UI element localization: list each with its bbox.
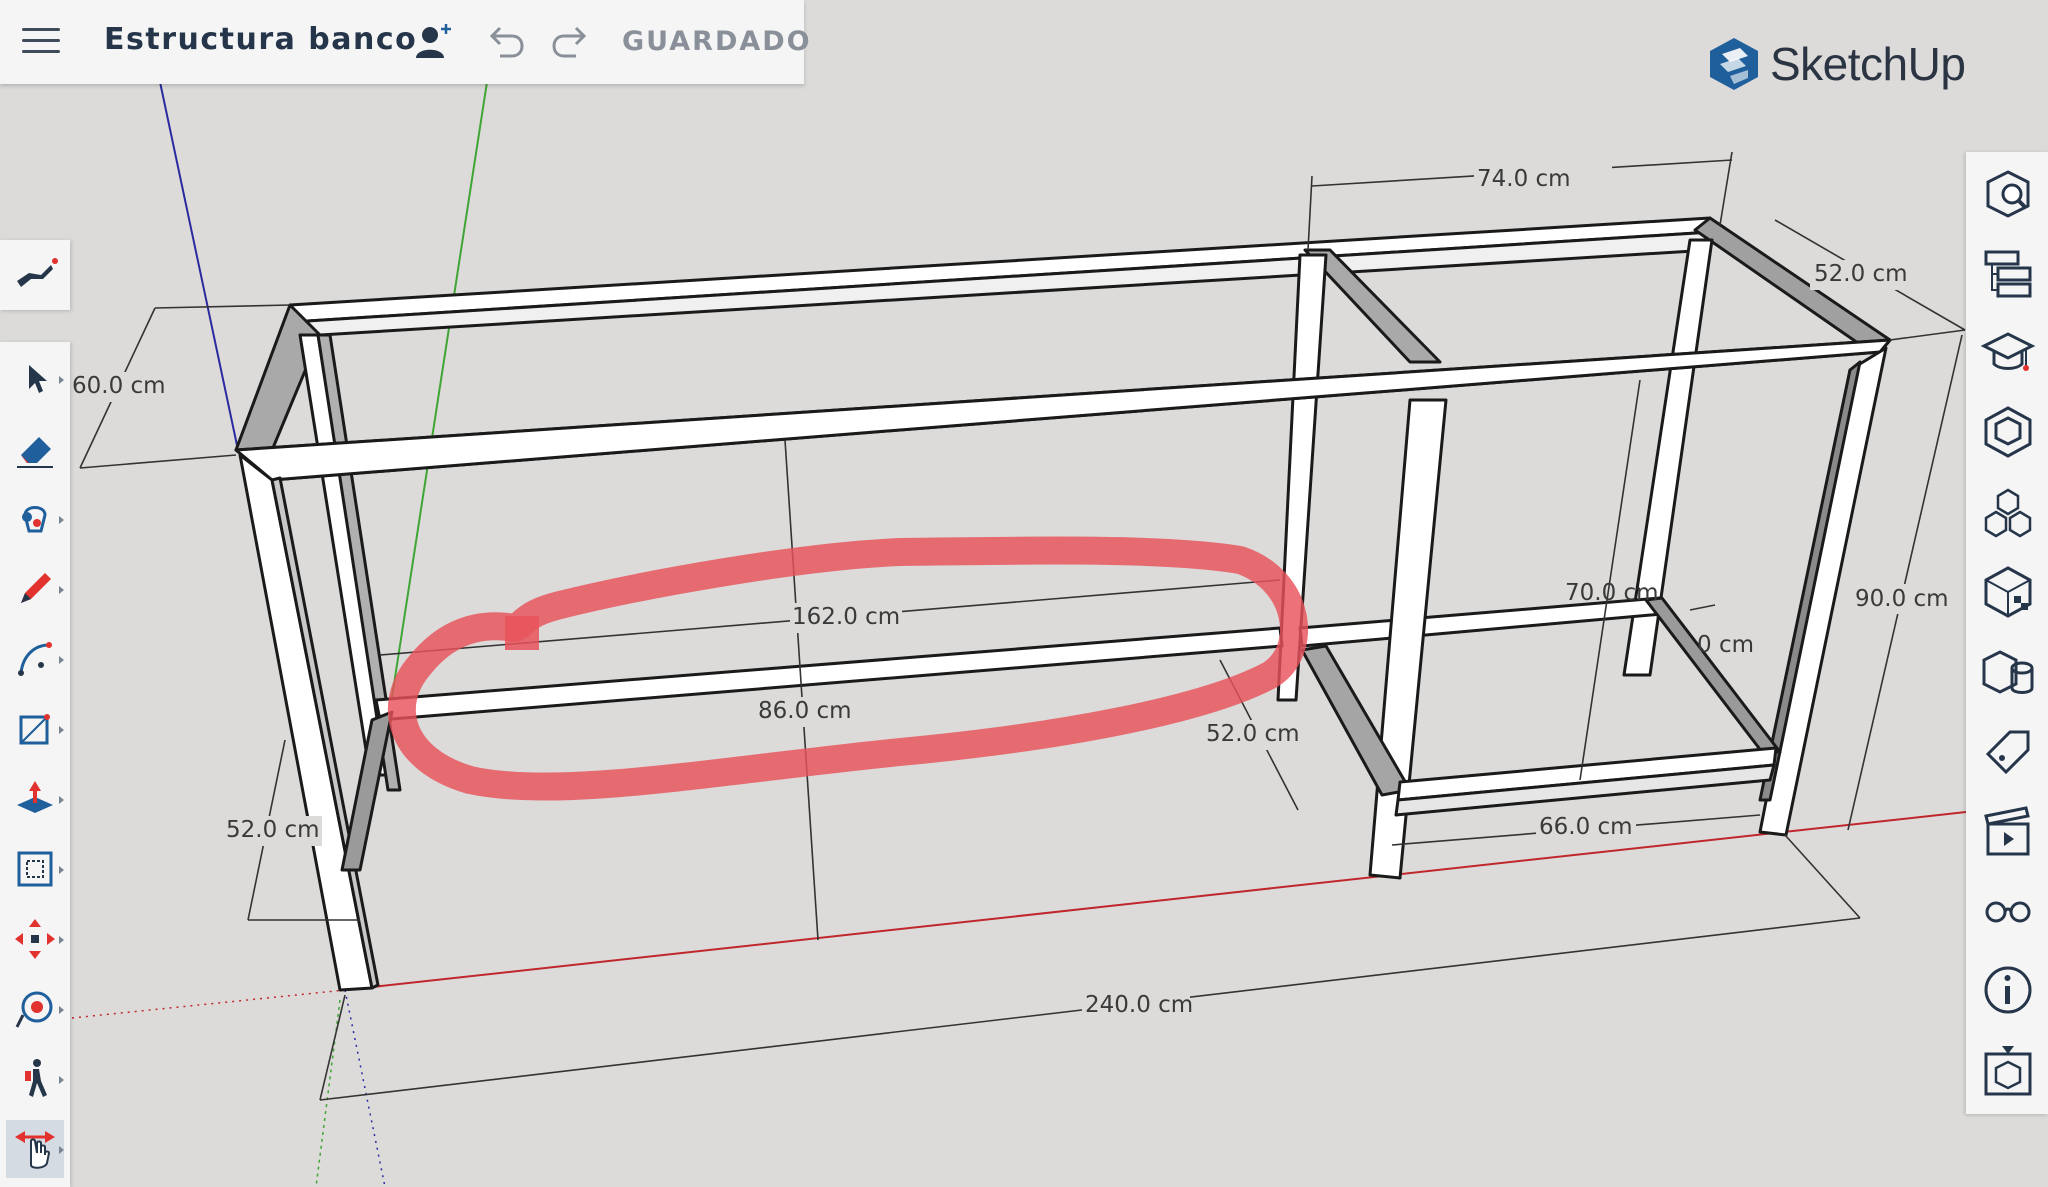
walk-icon <box>25 1059 47 1097</box>
search-cube-icon <box>1986 170 2030 218</box>
left-toolbar <box>0 342 70 1187</box>
right-toolbar <box>1966 152 2048 1114</box>
solid-tools-tool[interactable] <box>1980 644 2036 700</box>
outliner-icon <box>1984 250 2032 298</box>
components-icon <box>1984 406 2032 458</box>
save-status: GUARDADO <box>622 26 812 57</box>
dim-60: 60.0 cm <box>72 373 166 399</box>
undo-icon[interactable] <box>484 20 528 64</box>
dim-162: 162.0 cm <box>792 604 900 630</box>
push-pull-icon <box>17 781 53 813</box>
sketchup-logo-icon <box>1710 38 1758 90</box>
paint-bucket-icon <box>22 506 47 533</box>
glasses-icon <box>1985 901 2031 923</box>
dim-70: 70.0 cm <box>1565 580 1659 606</box>
document-title[interactable]: Estructura banco <box>104 22 417 57</box>
red-axis <box>344 811 1967 991</box>
move-icon <box>15 919 55 959</box>
dim-partial: 0 cm <box>1697 632 1754 658</box>
menu-icon[interactable] <box>22 28 60 54</box>
dim-52-top: 52.0 cm <box>1814 261 1908 287</box>
select-tool[interactable] <box>6 350 64 408</box>
redo-icon[interactable] <box>548 20 592 64</box>
materials-tool[interactable] <box>1980 484 2036 540</box>
search-warehouse-tool[interactable] <box>6 246 64 304</box>
export-tool[interactable] <box>1980 1042 2036 1098</box>
styles-tool[interactable] <box>1980 564 2036 620</box>
outliner-tool[interactable] <box>1980 244 2036 300</box>
display-tool[interactable] <box>1980 882 2036 938</box>
add-user-icon[interactable] <box>412 20 456 64</box>
paint-bucket-tool[interactable] <box>6 490 64 548</box>
tag-icon <box>1985 730 2030 775</box>
eraser-icon <box>17 437 53 468</box>
pan-hand-icon <box>15 1131 55 1169</box>
blue-axis <box>159 81 239 451</box>
blue-axis-hidden <box>344 989 386 1187</box>
tags-tool[interactable] <box>1980 724 2036 780</box>
rectangle-tool[interactable] <box>6 700 64 758</box>
pencil-tool[interactable] <box>6 560 64 618</box>
offset-icon <box>17 851 53 887</box>
dim-52-mid: 52.0 cm <box>1206 721 1300 747</box>
model-viewport[interactable]: 74.0 cm 52.0 cm 60.0 cm 162.0 cm 86.0 cm… <box>0 0 2048 1187</box>
pan-tool[interactable] <box>6 1120 64 1178</box>
eraser-tool[interactable] <box>6 420 64 478</box>
arc-tool[interactable] <box>6 630 64 688</box>
brand-name: SketchUp <box>1770 38 1966 90</box>
top-bar: Estructura banco GUARDADO <box>0 0 810 84</box>
tape-measure-tool[interactable] <box>6 980 64 1038</box>
solid-cylinder-icon <box>1982 650 2034 694</box>
move-tool[interactable] <box>6 910 64 968</box>
tape-measure-icon <box>15 991 53 1028</box>
dim-90: 90.0 cm <box>1855 586 1949 612</box>
export-box-icon <box>1984 1046 2032 1096</box>
push-pull-tool[interactable] <box>6 770 64 828</box>
styles-cube-icon <box>1984 566 2032 618</box>
dim-240: 240.0 cm <box>1085 992 1193 1018</box>
dim-66: 66.0 cm <box>1539 814 1633 840</box>
sketchup-search-icon <box>17 258 58 287</box>
dim-74: 74.0 cm <box>1477 166 1571 192</box>
clapperboard-icon <box>1984 806 2030 856</box>
scenes-tool[interactable] <box>1980 804 2036 860</box>
arc-icon <box>18 642 52 676</box>
info-icon <box>1984 966 2032 1014</box>
graduation-cap-icon <box>1980 332 2036 371</box>
search-warehouse-panel <box>0 240 70 310</box>
components-tool[interactable] <box>1980 404 2036 460</box>
red-axis-hidden <box>71 989 346 1019</box>
info-tool[interactable] <box>1980 962 2036 1018</box>
offset-tool[interactable] <box>6 840 64 898</box>
highlight-start-block <box>505 616 539 650</box>
instructor-tool[interactable] <box>1980 324 2036 380</box>
pencil-icon <box>21 573 51 603</box>
sketchup-logo: SketchUp <box>1708 36 1966 92</box>
stacked-cubes-icon <box>1984 488 2032 538</box>
entity-info-tool[interactable] <box>1980 166 2036 222</box>
dim-52-left: 52.0 cm <box>226 817 320 843</box>
arrow-cursor-icon <box>29 365 47 393</box>
walk-tool[interactable] <box>6 1050 64 1108</box>
dim-86: 86.0 cm <box>758 698 852 724</box>
rectangle-icon <box>19 714 50 745</box>
